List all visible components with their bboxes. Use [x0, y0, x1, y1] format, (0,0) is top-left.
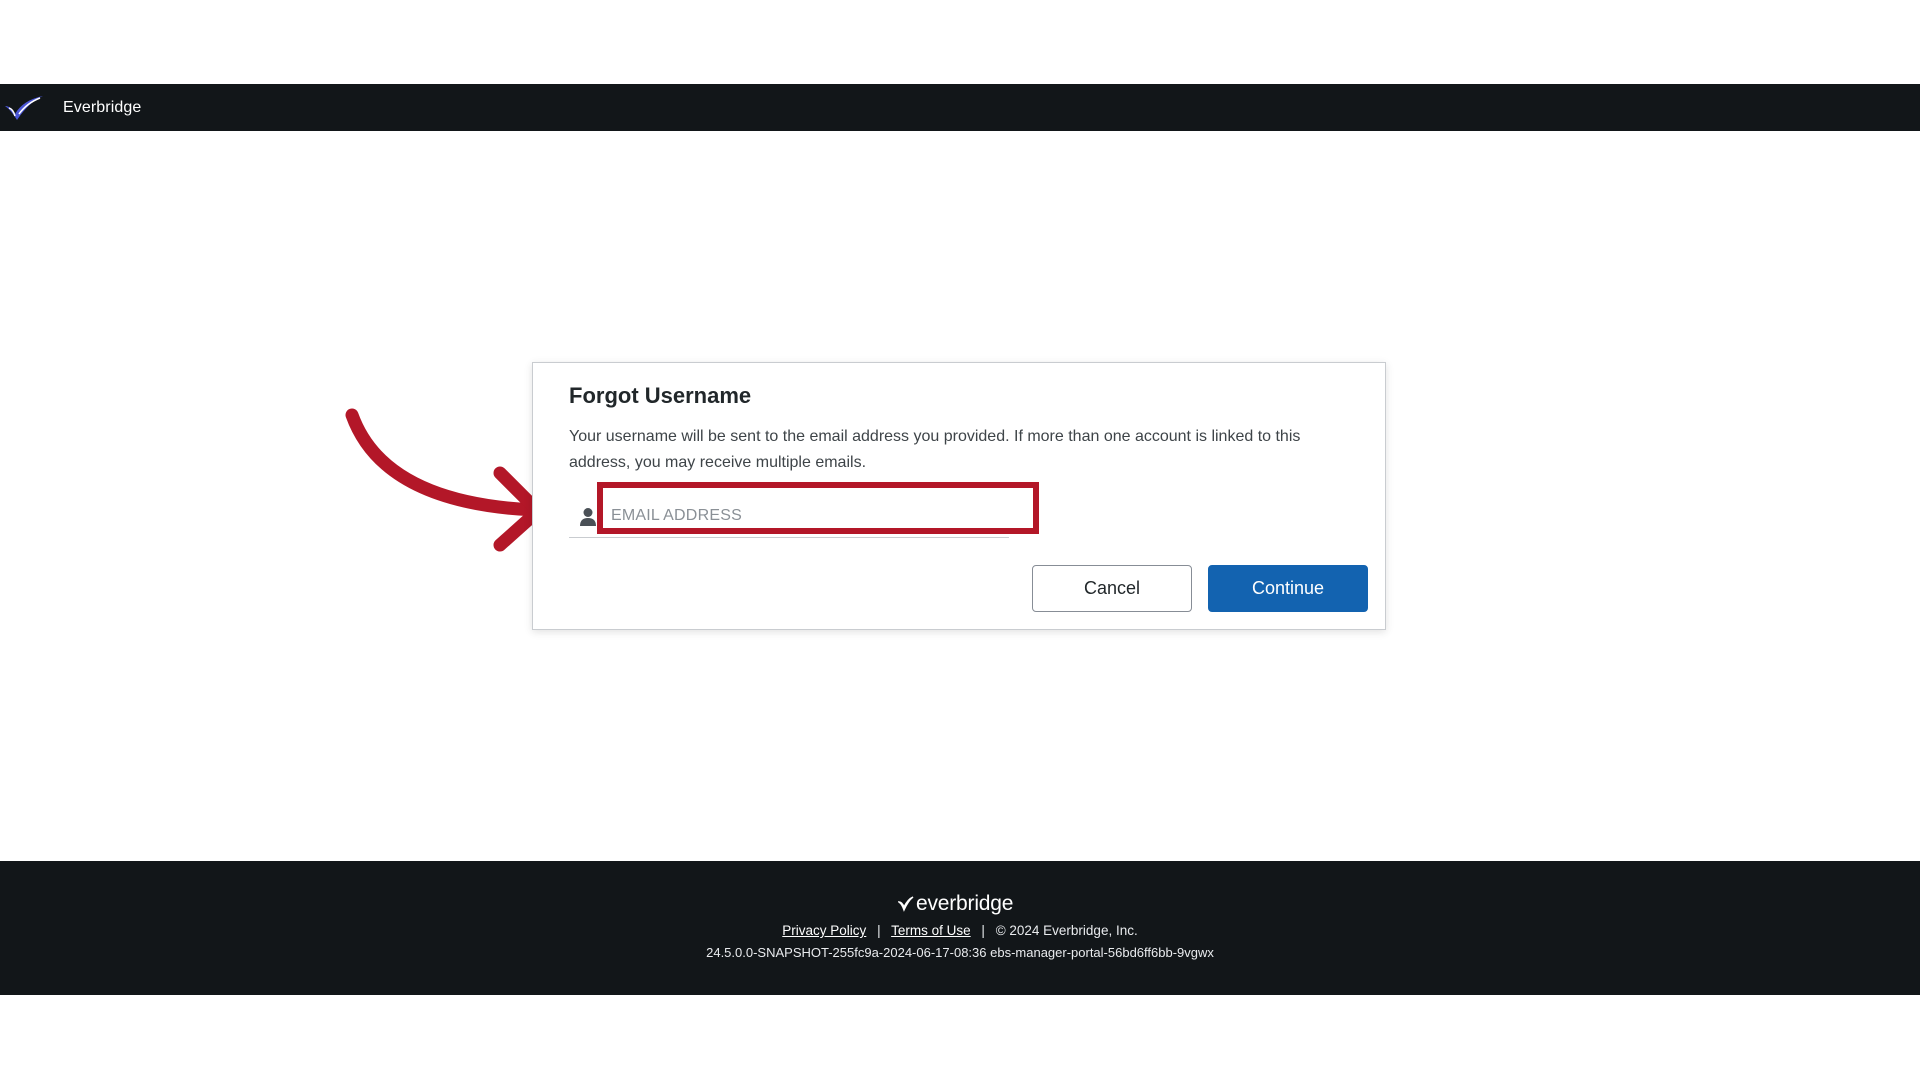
app-name: Everbridge [63, 98, 142, 116]
dialog-title: Forgot Username [569, 383, 752, 408]
everbridge-logo-icon[interactable] [2, 91, 46, 125]
page: Everbridge Forgot Username Your username… [0, 0, 1920, 1080]
footer-logo-text: everbridge [916, 892, 1014, 915]
footer-bird-icon [898, 896, 914, 912]
footer-links: Privacy Policy | Terms of Use | © 2024 E… [0, 923, 1920, 938]
copyright-text: © 2024 Everbridge, Inc. [995, 923, 1138, 938]
top-nav-bar: Everbridge [0, 84, 1920, 131]
email-field-row [569, 497, 1031, 538]
forgot-username-dialog: Forgot Username Your username will be se… [532, 362, 1386, 630]
footer-separator: | [981, 923, 985, 938]
footer: everbridge Privacy Policy | Terms of Use… [0, 861, 1920, 995]
person-icon [579, 507, 597, 527]
footer-separator: | [877, 923, 881, 938]
cancel-button[interactable]: Cancel [1032, 565, 1192, 612]
email-address-input[interactable] [609, 499, 1031, 533]
terms-of-use-link[interactable]: Terms of Use [891, 923, 971, 938]
annotation-arrow-icon [345, 408, 545, 552]
dialog-description: Your username will be sent to the email … [569, 428, 1301, 471]
continue-button[interactable]: Continue [1208, 565, 1368, 612]
privacy-policy-link[interactable]: Privacy Policy [782, 923, 866, 938]
footer-logo: everbridge [898, 891, 1013, 917]
version-text: 24.5.0.0-SNAPSHOT-255fc9a-2024-06-17-08:… [706, 945, 1214, 960]
